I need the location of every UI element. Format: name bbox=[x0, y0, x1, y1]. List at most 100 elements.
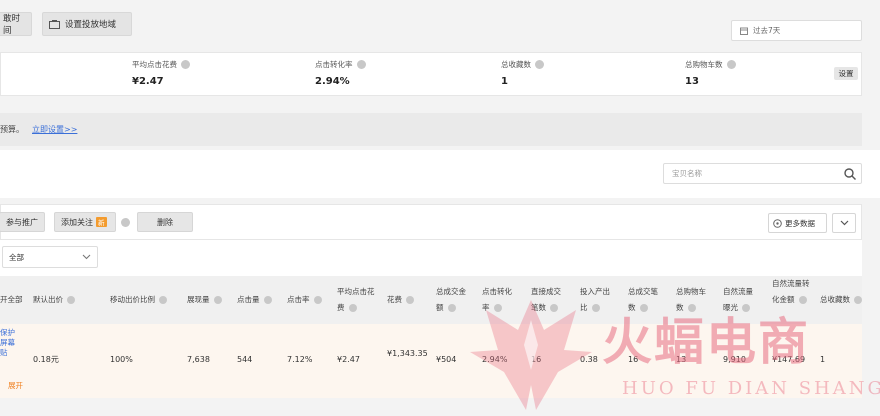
add-follow-label: 添加关注 bbox=[61, 217, 93, 227]
stats-settings-button[interactable]: 设置 bbox=[834, 67, 858, 80]
col-header[interactable]: 自然流量转化金额 bbox=[772, 276, 812, 308]
col-header[interactable]: 默认出价 bbox=[33, 292, 75, 308]
calendar-icon bbox=[740, 27, 748, 35]
new-badge: 新 bbox=[96, 217, 107, 227]
product-search-input[interactable]: 宝贝名称 bbox=[663, 163, 862, 184]
set-now-link[interactable]: 立即设置>> bbox=[32, 124, 77, 135]
help-icon[interactable] bbox=[181, 60, 190, 69]
help-icon[interactable] bbox=[406, 296, 414, 304]
help-icon[interactable] bbox=[67, 296, 75, 304]
cell-roi: 0.38 bbox=[580, 355, 598, 364]
col-header[interactable]: 点击转化率 bbox=[482, 284, 518, 316]
col-header[interactable]: 总购物车数 bbox=[676, 284, 712, 316]
help-icon[interactable] bbox=[121, 218, 130, 227]
col-header[interactable]: 开全部 bbox=[0, 292, 23, 308]
settings-circle-icon bbox=[773, 218, 782, 228]
stat-value: ¥2.47 bbox=[132, 76, 164, 87]
col-header[interactable]: 投入产出比 bbox=[580, 284, 616, 316]
set-region-button[interactable]: 设置投放地域 bbox=[42, 12, 132, 36]
cell-ctr: 7.12% bbox=[287, 355, 313, 364]
budget-notice: 预算。 立即设置>> bbox=[0, 113, 862, 146]
cell-total-orders: 16 bbox=[628, 355, 639, 364]
cell-total-cart: 13 bbox=[676, 355, 687, 364]
stat-label: 平均点击花费 bbox=[132, 60, 177, 69]
join-promotion-button[interactable]: 参与推广 bbox=[0, 212, 45, 232]
time-button[interactable]: 敢时间 bbox=[0, 12, 32, 36]
help-icon[interactable] bbox=[356, 60, 366, 69]
cell-spend: ¥1,343.35 bbox=[387, 349, 428, 358]
cell-default-bid: 0.18元 bbox=[33, 355, 59, 364]
delete-label: 删除 bbox=[157, 217, 173, 227]
help-icon[interactable] bbox=[591, 304, 600, 312]
col-header[interactable]: 移动出价比例 bbox=[110, 292, 167, 308]
help-icon[interactable] bbox=[313, 296, 322, 304]
search-placeholder: 宝贝名称 bbox=[672, 169, 702, 178]
help-icon[interactable] bbox=[348, 304, 357, 312]
help-icon[interactable] bbox=[726, 60, 736, 69]
help-icon[interactable] bbox=[447, 304, 456, 312]
cell-natural-exposure: 9,910 bbox=[723, 355, 746, 364]
help-icon[interactable] bbox=[535, 60, 544, 69]
chevron-down-icon bbox=[840, 220, 848, 226]
delete-button[interactable]: 删除 bbox=[137, 212, 193, 232]
region-icon bbox=[49, 19, 60, 29]
top-toolbar: 敢时间 设置投放地域 过去7天 bbox=[0, 0, 880, 48]
more-data-label: 更多数据 bbox=[785, 218, 815, 228]
stats-summary: 平均点击花费 ¥2.47 点击转化率 2.94% 总收藏数 1 总购物车数 13… bbox=[0, 52, 862, 96]
cell-click-conversion: 2.94% bbox=[482, 355, 508, 364]
help-icon[interactable] bbox=[639, 304, 648, 312]
set-region-label: 设置投放地域 bbox=[65, 20, 117, 30]
stat-label: 总收藏数 bbox=[501, 60, 531, 69]
action-toolbar: 参与推广 添加关注 新 删除 更多数据 bbox=[0, 204, 862, 240]
cell-total-sales: ¥504 bbox=[436, 355, 457, 364]
table-row: 保护 屏幕贴 0.18元 100% 7,638 544 7.12% ¥2.47 … bbox=[0, 324, 862, 398]
cell-direct-orders: 16 bbox=[531, 355, 542, 364]
date-range-label: 过去7天 bbox=[753, 26, 781, 35]
expand-toolbar-button[interactable] bbox=[832, 213, 856, 233]
chevron-down-icon bbox=[82, 254, 91, 260]
cell-avg-click-cost: ¥2.47 bbox=[337, 355, 360, 364]
notice-text: 预算。 bbox=[0, 125, 24, 134]
col-header[interactable]: 总成交笔数 bbox=[628, 284, 664, 316]
expand-link[interactable]: 展开 bbox=[8, 380, 23, 391]
help-icon[interactable] bbox=[493, 304, 502, 312]
help-icon[interactable] bbox=[263, 296, 272, 304]
col-header[interactable]: 花费 bbox=[387, 292, 414, 308]
time-button-label: 敢时间 bbox=[3, 14, 21, 36]
help-icon[interactable] bbox=[550, 304, 558, 312]
help-icon[interactable] bbox=[742, 304, 750, 312]
product-link[interactable]: 保护 屏幕贴 bbox=[0, 328, 22, 358]
status-filter-select[interactable]: 全部 bbox=[2, 246, 98, 268]
cell-clicks: 544 bbox=[237, 355, 253, 364]
help-icon[interactable] bbox=[213, 296, 222, 304]
stat-label: 点击转化率 bbox=[315, 60, 353, 69]
col-header[interactable]: 平均点击花费 bbox=[337, 284, 377, 316]
more-data-button[interactable]: 更多数据 bbox=[768, 213, 827, 233]
col-header[interactable]: 点击率 bbox=[287, 292, 322, 308]
col-header[interactable]: 展现量 bbox=[187, 292, 222, 308]
help-icon[interactable] bbox=[798, 296, 807, 304]
help-icon[interactable] bbox=[159, 296, 167, 304]
help-icon[interactable] bbox=[854, 296, 862, 304]
col-header[interactable]: 总成交金额 bbox=[436, 284, 472, 316]
cell-total-favorites: 1 bbox=[820, 355, 826, 364]
col-header[interactable]: 自然流量曝光 bbox=[723, 284, 759, 316]
search-icon[interactable] bbox=[843, 167, 857, 181]
cell-impressions: 7,638 bbox=[187, 355, 210, 364]
cell-natural-conversion: ¥147.69 bbox=[772, 355, 806, 364]
table-header: 开全部 默认出价 移动出价比例 展现量 点击量 点击率 平均点击花费 花费 总成… bbox=[0, 276, 862, 324]
add-follow-button[interactable]: 添加关注 新 bbox=[54, 212, 116, 232]
stat-label: 总购物车数 bbox=[685, 60, 723, 69]
stat-value: 2.94% bbox=[315, 76, 350, 87]
filter-row: 全部 bbox=[0, 240, 862, 276]
help-icon[interactable] bbox=[687, 304, 696, 312]
col-header[interactable]: 总收藏数 bbox=[820, 292, 862, 308]
date-range-picker[interactable]: 过去7天 bbox=[731, 20, 862, 41]
col-header[interactable]: 直接成交笔数 bbox=[531, 284, 567, 316]
stat-value: 1 bbox=[501, 76, 508, 87]
join-promotion-label: 参与推广 bbox=[6, 217, 38, 227]
cell-mobile-ratio: 100% bbox=[110, 355, 133, 364]
col-header[interactable]: 点击量 bbox=[237, 292, 272, 308]
stat-value: 13 bbox=[685, 76, 699, 87]
status-filter-value: 全部 bbox=[9, 252, 24, 262]
